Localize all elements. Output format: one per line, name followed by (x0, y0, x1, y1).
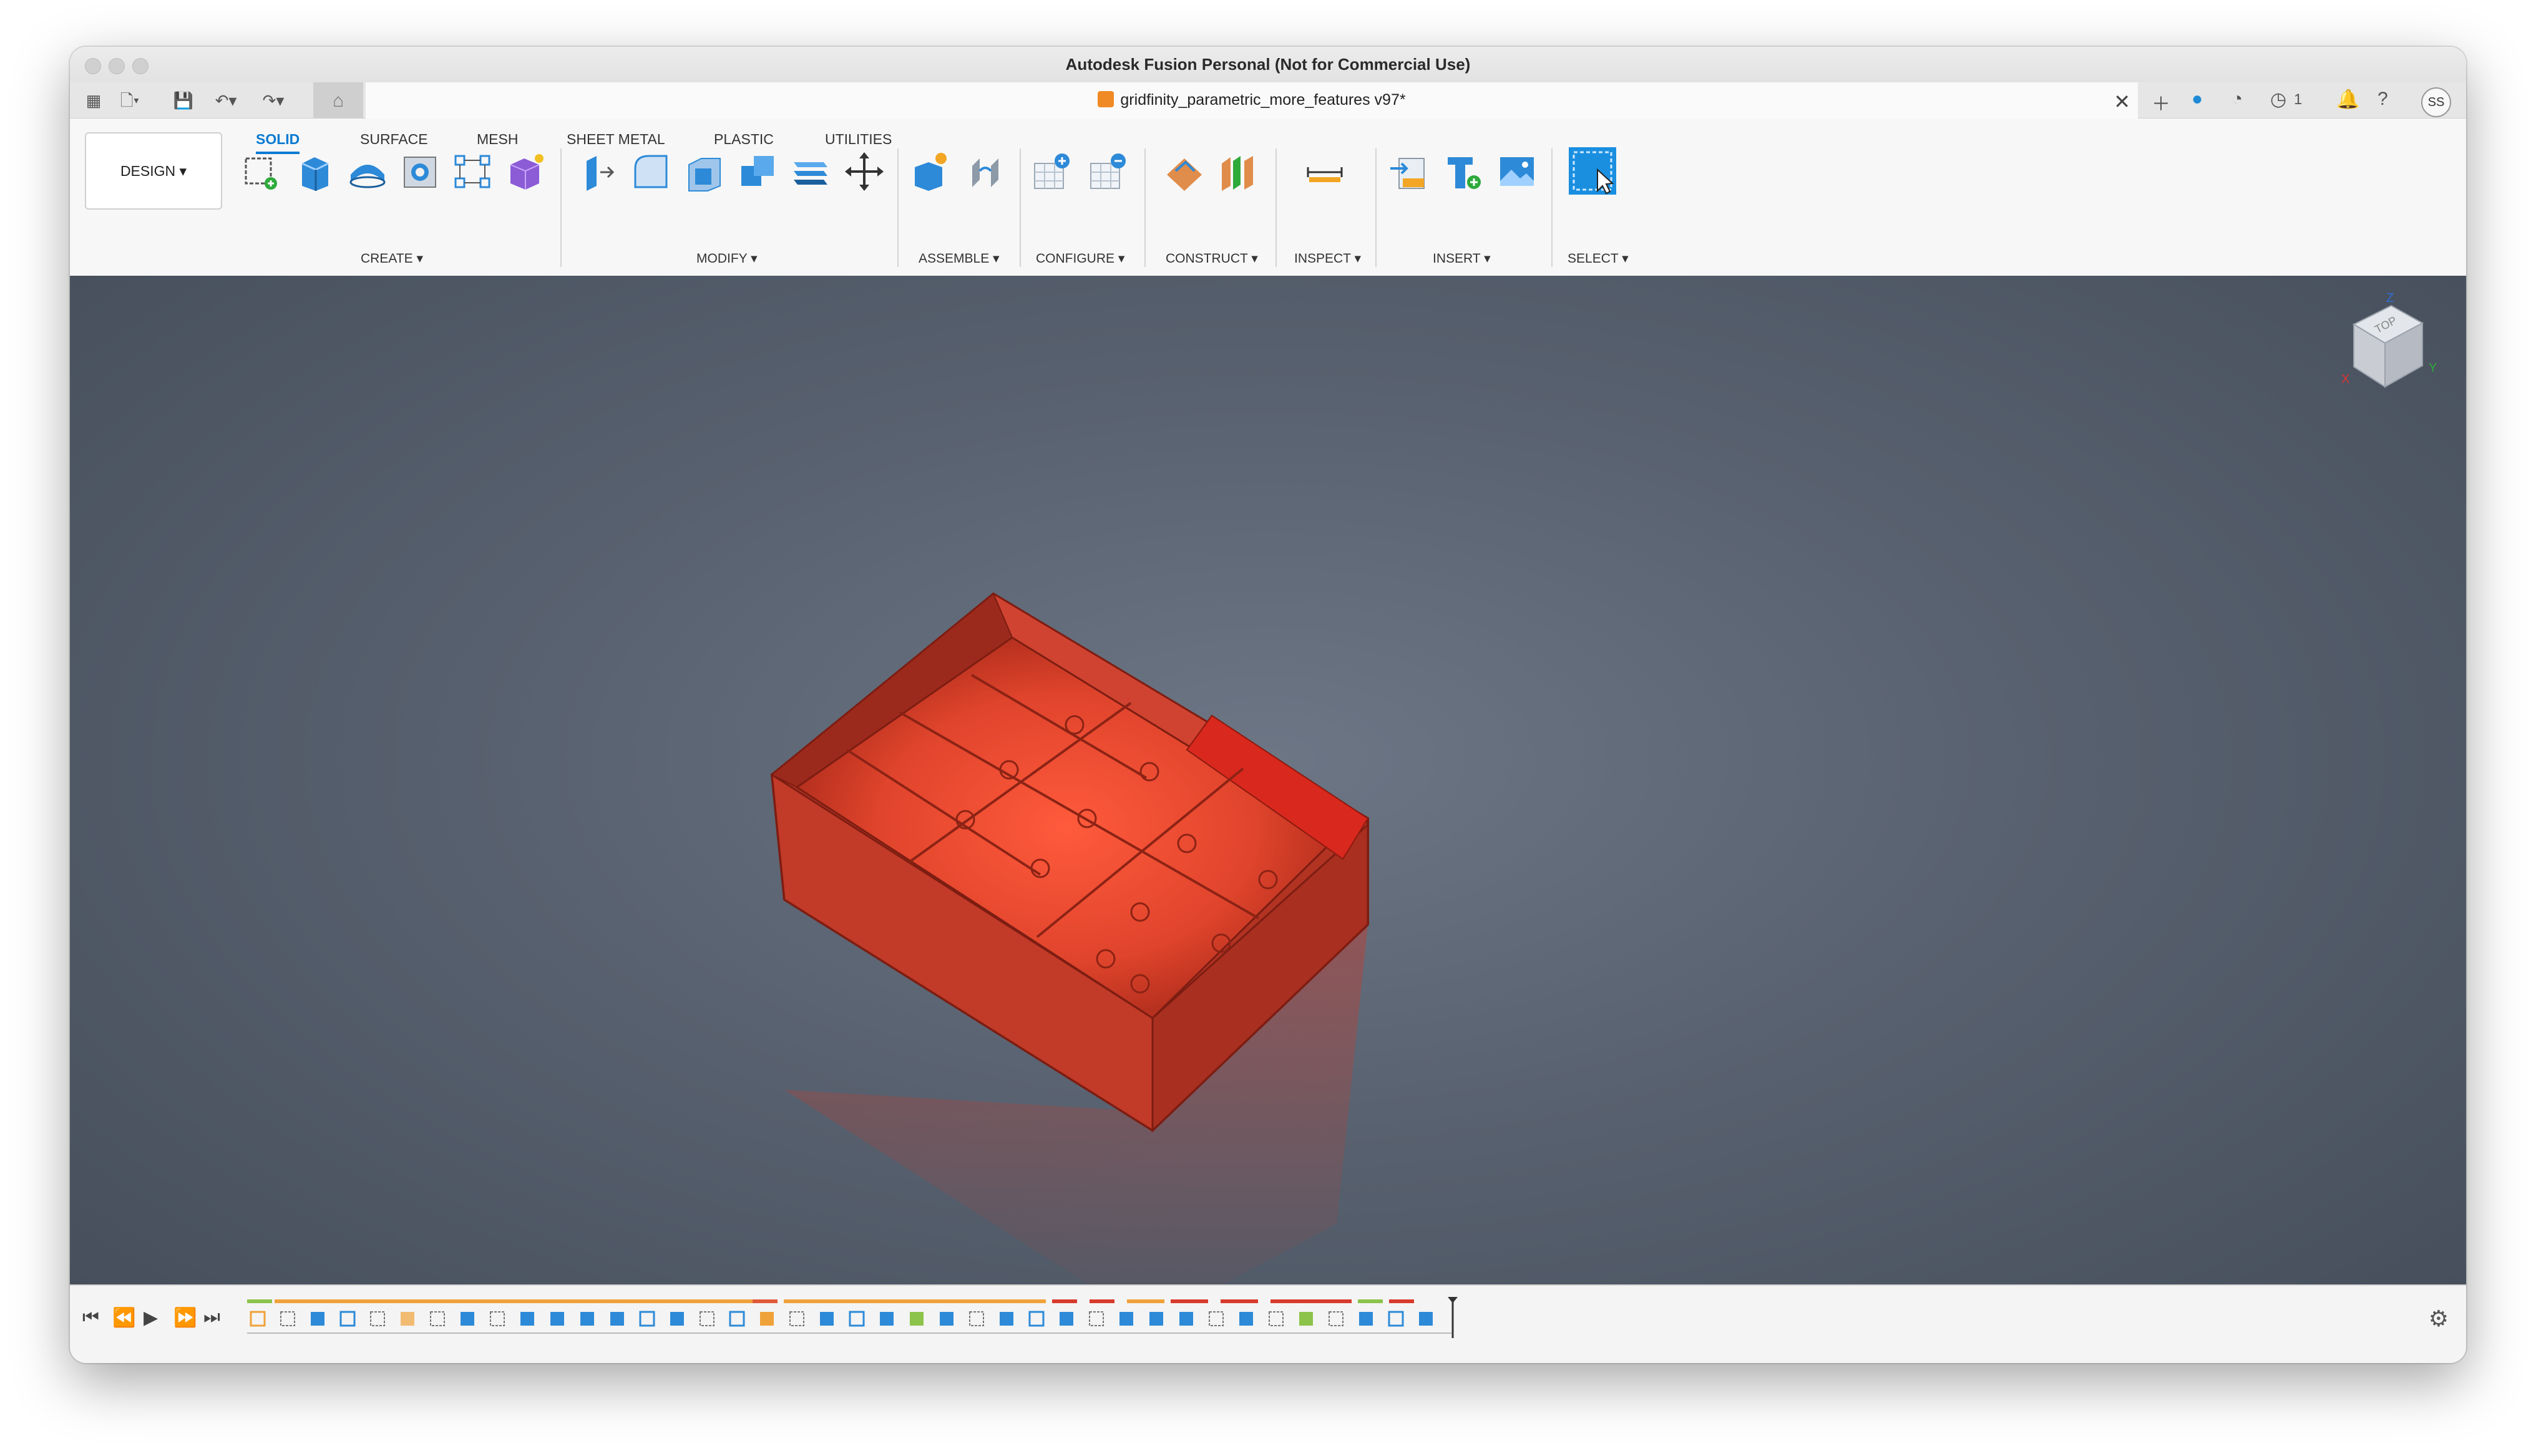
revolve-icon[interactable] (346, 150, 389, 193)
shell-icon[interactable] (683, 150, 726, 193)
select-label: SELECT (1568, 251, 1619, 266)
extrude-icon[interactable] (293, 150, 337, 193)
insert-mcmaster-icon[interactable] (1441, 150, 1485, 193)
configure-table-icon[interactable] (1031, 150, 1075, 193)
timeline-next-icon[interactable]: ⏩ (173, 1307, 197, 1329)
timeline-last-icon[interactable]: ⏭ (203, 1307, 220, 1328)
ribbon-toolbar: DESIGN ▾ SOLID SURFACE MESH SHEET METAL … (70, 119, 2466, 277)
toolbar-separator (897, 148, 899, 267)
pattern-icon[interactable] (451, 150, 494, 193)
toolbar-separator (1020, 148, 1021, 267)
document-cube-icon (1098, 91, 1114, 107)
title-bar: Autodesk Fusion Personal (Not for Commer… (70, 47, 2466, 84)
new-component-icon[interactable] (909, 150, 952, 193)
jobs-count: 1 (2294, 91, 2303, 108)
toolbar-separator (1375, 148, 1377, 267)
move-copy-icon[interactable] (842, 150, 886, 193)
insert-canvas-icon[interactable] (1495, 150, 1539, 193)
timeline-previous-icon[interactable]: ⏪ (112, 1307, 135, 1329)
timeline-features[interactable] (247, 1294, 1533, 1351)
offset-plane-icon[interactable] (1163, 150, 1207, 193)
combine-icon[interactable] (736, 150, 780, 193)
insert-menu[interactable]: INSERT ▾ (1433, 251, 1491, 266)
home-tab-icon[interactable]: ⌂ (313, 82, 363, 118)
axis-z-label: Z (2386, 291, 2394, 305)
model-canvas (770, 592, 1369, 1324)
axis-x-label: X (2341, 372, 2349, 386)
user-avatar[interactable]: SS (2421, 87, 2451, 117)
select-menu[interactable]: SELECT ▾ (1568, 251, 1629, 266)
toolbar-separator (560, 148, 562, 267)
file-menu-icon[interactable]: 🗋▾ (119, 90, 141, 111)
3d-viewport[interactable]: TOP X Y Z ⊕▾ ▤ ✋ 🔍 🔍▾ 🖵▾ ■▾ ▦▾ (70, 276, 2466, 1349)
assemble-menu[interactable]: ASSEMBLE ▾ (919, 251, 1000, 266)
data-panel-grid-icon[interactable]: ▦ (82, 90, 105, 111)
tab-plastic[interactable]: PLASTIC (714, 131, 774, 148)
document-name: gridfinity_parametric_more_features v97* (1120, 91, 1406, 109)
notifications-bell-icon[interactable]: 🔔 (2336, 89, 2359, 110)
inspect-menu[interactable]: INSPECT ▾ (1294, 251, 1361, 266)
tab-surface[interactable]: SURFACE (360, 131, 428, 148)
workspace-label: DESIGN (120, 163, 176, 179)
extensions-icon[interactable]: ● (2192, 89, 2203, 110)
fillet-icon[interactable] (629, 150, 673, 193)
modify-label: MODIFY (696, 251, 748, 266)
workspace-switcher[interactable]: DESIGN ▾ (85, 132, 222, 210)
midplane-icon[interactable] (1216, 150, 1259, 193)
redo-icon[interactable]: ↷▾ (262, 90, 285, 111)
toolbar-separator (1144, 148, 1146, 267)
press-pull-icon[interactable] (575, 150, 619, 193)
viewcube[interactable]: TOP X Y Z (2323, 287, 2441, 405)
tab-utilities[interactable]: UTILITIES (825, 131, 892, 148)
create-menu[interactable]: CREATE ▾ (361, 251, 423, 266)
create-label: CREATE (361, 251, 413, 266)
construct-label: CONSTRUCT (1166, 251, 1248, 266)
save-icon[interactable]: 💾 (172, 90, 195, 111)
toolbar-separator (1275, 148, 1277, 267)
timeline-first-icon[interactable]: ⏮ (82, 1307, 99, 1328)
new-tab-plus-icon[interactable]: ＋ (2152, 89, 2170, 116)
construct-menu[interactable]: CONSTRUCT ▾ (1166, 251, 1258, 266)
app-window: Autodesk Fusion Personal (Not for Commer… (70, 47, 2466, 1363)
inspect-label: INSPECT (1294, 251, 1351, 266)
axis-y-label: Y (2429, 361, 2437, 375)
close-tab-icon[interactable]: ✕ (2114, 90, 2130, 114)
window-title: Autodesk Fusion Personal (Not for Commer… (1065, 55, 1471, 74)
tab-mesh[interactable]: MESH (477, 131, 518, 148)
split-body-icon[interactable] (789, 150, 832, 193)
insert-label: INSERT (1433, 251, 1481, 266)
document-tab-row: ▦ 🗋▾ 💾 ↶▾ ↷▾ ⌂ gridfinity_parametric_mor… (70, 82, 2466, 119)
configure-rule-icon[interactable] (1087, 150, 1131, 193)
assemble-label: ASSEMBLE (919, 251, 990, 266)
timeline: ⏮ ⏪ ▶ ⏩ ⏭ ⚙ (70, 1284, 2466, 1363)
tab-sheet-metal[interactable]: SHEET METAL (567, 131, 665, 148)
online-status-icon[interactable]: ◔ (2231, 89, 2243, 110)
joint-icon[interactable] (963, 150, 1007, 193)
insert-derive-icon[interactable] (1388, 150, 1431, 193)
create-sketch-icon[interactable] (240, 150, 283, 193)
timeline-play-icon[interactable]: ▶ (144, 1307, 158, 1329)
modify-menu[interactable]: MODIFY ▾ (696, 251, 758, 266)
undo-icon[interactable]: ↶▾ (215, 90, 237, 111)
toolbar-separator (1551, 148, 1553, 267)
timeline-settings-gear-icon[interactable]: ⚙ (2429, 1306, 2449, 1332)
document-tab[interactable]: gridfinity_parametric_more_features v97*… (366, 82, 2138, 119)
help-icon[interactable]: ? (2378, 89, 2388, 110)
hole-icon[interactable] (398, 150, 442, 193)
configure-label: CONFIGURE (1036, 251, 1114, 266)
create-form-icon[interactable] (503, 150, 547, 193)
timeline-feature-icons (250, 1311, 1433, 1327)
measure-icon[interactable] (1303, 150, 1347, 193)
jobs-status-icon[interactable]: ◷ (2270, 89, 2286, 110)
configure-menu[interactable]: CONFIGURE ▾ (1036, 251, 1124, 266)
select-icon[interactable] (1568, 146, 1617, 196)
